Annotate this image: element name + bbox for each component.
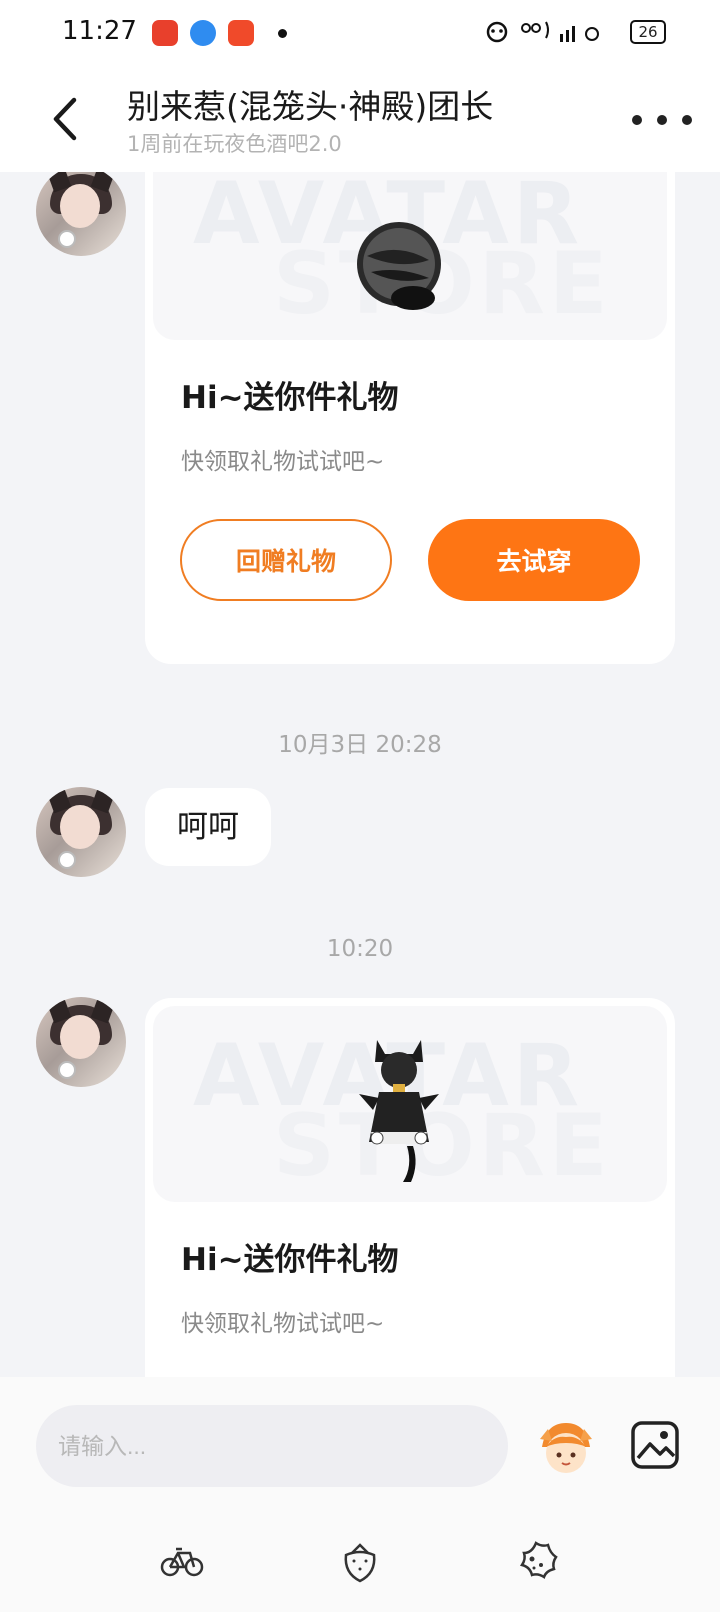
- app-notification-icon: [152, 20, 178, 46]
- gift-subtitle: 快领取礼物试试吧~: [181, 1311, 385, 1337]
- more-options-icon[interactable]: [632, 110, 692, 130]
- input-bar: [0, 1377, 720, 1612]
- video-notification-icon: [228, 20, 254, 46]
- status-time: 11:27: [62, 16, 137, 46]
- gift-preview-image[interactable]: AVATAR STORE: [153, 172, 667, 340]
- bicycle-icon[interactable]: [160, 1539, 204, 1583]
- gift-subtitle: 快领取礼物试试吧~: [181, 449, 385, 475]
- back-arrow-icon[interactable]: [46, 94, 86, 144]
- chat-title: 别来惹(混笼头·神殿)团长: [127, 87, 494, 126]
- browser-notification-icon: [190, 20, 216, 46]
- cookie-icon[interactable]: [514, 1539, 558, 1583]
- app-status-icon: [486, 21, 508, 43]
- sender-avatar[interactable]: [36, 997, 126, 1087]
- gift-card: AVATAR STORE Hi~送你件礼物 快领取礼物试试吧~: [145, 998, 675, 1377]
- chat-subtitle: 1周前在玩夜色酒吧2.0: [127, 132, 342, 156]
- more-notifications-icon: [278, 29, 287, 38]
- message-timestamp: 10:20: [326, 936, 394, 962]
- chat-messages[interactable]: AVATAR STORE Hi~送你件礼物 快领取礼物试试吧~ 回赠礼物 去试穿…: [0, 172, 720, 1377]
- gift-title: Hi~送你件礼物: [181, 380, 399, 416]
- gift-item-icon: [357, 222, 441, 310]
- chat-header: 别来惹(混笼头·神殿)团长 1周前在玩夜色酒吧2.0: [0, 66, 720, 172]
- gift-outfit-icon: [359, 1040, 439, 1182]
- status-bar: 11:27 26: [0, 0, 720, 66]
- strawberry-icon[interactable]: [338, 1539, 382, 1583]
- sender-avatar[interactable]: [36, 172, 126, 256]
- avatar-emoji-icon[interactable]: [534, 1417, 598, 1481]
- try-on-button[interactable]: 去试穿: [428, 519, 640, 601]
- message-input[interactable]: [36, 1405, 508, 1487]
- gift-preview-image[interactable]: AVATAR STORE: [153, 1006, 667, 1202]
- return-gift-button[interactable]: 回赠礼物: [180, 519, 392, 601]
- message-timestamp: 10月3日 20:28: [278, 732, 442, 758]
- signal-icon: [521, 21, 599, 42]
- sender-avatar[interactable]: [36, 787, 126, 877]
- gift-card: AVATAR STORE Hi~送你件礼物 快领取礼物试试吧~ 回赠礼物 去试穿: [145, 172, 675, 664]
- gift-title: Hi~送你件礼物: [181, 1242, 399, 1278]
- image-picker-icon[interactable]: [630, 1420, 680, 1470]
- text-message-bubble[interactable]: 呵呵: [145, 788, 271, 866]
- battery-indicator: 26: [630, 20, 666, 44]
